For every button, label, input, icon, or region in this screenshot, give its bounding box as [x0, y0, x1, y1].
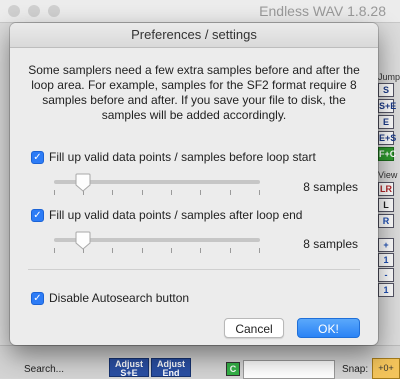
slider-tick	[259, 190, 260, 195]
disable-autosearch-label: Disable Autosearch button	[49, 291, 190, 305]
minimize-window-icon[interactable]	[28, 5, 40, 17]
fill-after-checkbox[interactable]: ✓	[31, 208, 44, 222]
bottom-field[interactable]	[243, 360, 335, 379]
jump-e-s-button[interactable]: E+S	[378, 131, 396, 145]
cancel-button[interactable]: Cancel	[224, 318, 284, 338]
separator	[28, 269, 360, 270]
adjust-end-button[interactable]: Adjust End	[151, 358, 191, 378]
snap-button[interactable]: +0+	[372, 358, 400, 379]
fill-after-value: 8 samples	[303, 237, 358, 251]
slider-tick	[200, 190, 201, 195]
zoom-in-button[interactable]: +	[378, 238, 394, 252]
jump-f-c-button[interactable]: F+C	[378, 147, 396, 161]
preferences-dialog: Preferences / settings Some samplers nee…	[10, 23, 378, 345]
slider-tick	[259, 248, 260, 253]
fill-after-row[interactable]: ✓ Fill up valid data points / samples af…	[31, 208, 302, 222]
search-label[interactable]: Search...	[24, 364, 64, 375]
dialog-titlebar[interactable]: Preferences / settings	[10, 23, 378, 48]
jump-label: Jump	[378, 72, 400, 82]
view-l-button[interactable]: L	[378, 198, 394, 212]
ok-button[interactable]: OK!	[297, 318, 360, 338]
fill-before-label: Fill up valid data points / samples befo…	[49, 150, 316, 164]
fill-before-slider-thumb[interactable]	[75, 173, 91, 192]
snap-label: Snap:	[342, 364, 369, 375]
zoom-one-button-2[interactable]: 1	[378, 283, 394, 297]
fill-before-slider[interactable]	[54, 173, 260, 195]
view-r-button[interactable]: R	[378, 214, 394, 228]
disable-autosearch-checkbox[interactable]: ✓	[31, 291, 44, 305]
slider-tick	[112, 248, 113, 253]
slider-tick	[230, 190, 231, 195]
slider-tick	[200, 248, 201, 253]
slider-tick	[142, 190, 143, 195]
disable-autosearch-row[interactable]: ✓ Disable Autosearch button	[31, 291, 189, 305]
app-title: Endless WAV 1.8.28	[259, 3, 386, 19]
slider-tick	[171, 248, 172, 253]
dialog-description: Some samplers need a few extra samples b…	[28, 63, 360, 122]
zoom-one-button[interactable]: 1	[378, 253, 394, 267]
dialog-title: Preferences / settings	[131, 27, 257, 42]
slider-tick	[112, 190, 113, 195]
slider-tick	[230, 248, 231, 253]
jump-s-button[interactable]: S	[378, 83, 394, 97]
jump-e-button[interactable]: E	[378, 115, 394, 129]
view-lr-button[interactable]: LR	[378, 182, 394, 196]
fill-before-checkbox[interactable]: ✓	[31, 150, 44, 164]
zoom-window-icon[interactable]	[48, 5, 60, 17]
c-button[interactable]: C	[226, 362, 240, 376]
slider-tick	[54, 190, 55, 195]
fill-before-row[interactable]: ✓ Fill up valid data points / samples be…	[31, 150, 316, 164]
fill-before-value: 8 samples	[303, 180, 358, 194]
fill-after-slider[interactable]	[54, 231, 260, 253]
view-label: View	[378, 170, 398, 180]
fill-after-label: Fill up valid data points / samples afte…	[49, 208, 303, 222]
adjust-s-e-button[interactable]: Adjust S+E	[109, 358, 149, 378]
zoom-out-button[interactable]: -	[378, 268, 394, 282]
close-window-icon[interactable]	[8, 5, 20, 17]
app-titlebar: Endless WAV 1.8.28	[0, 0, 400, 23]
fill-after-slider-thumb[interactable]	[75, 231, 91, 250]
slider-tick	[142, 248, 143, 253]
slider-tick	[171, 190, 172, 195]
jump-s-e-button[interactable]: S+E	[378, 99, 396, 113]
slider-tick	[54, 248, 55, 253]
